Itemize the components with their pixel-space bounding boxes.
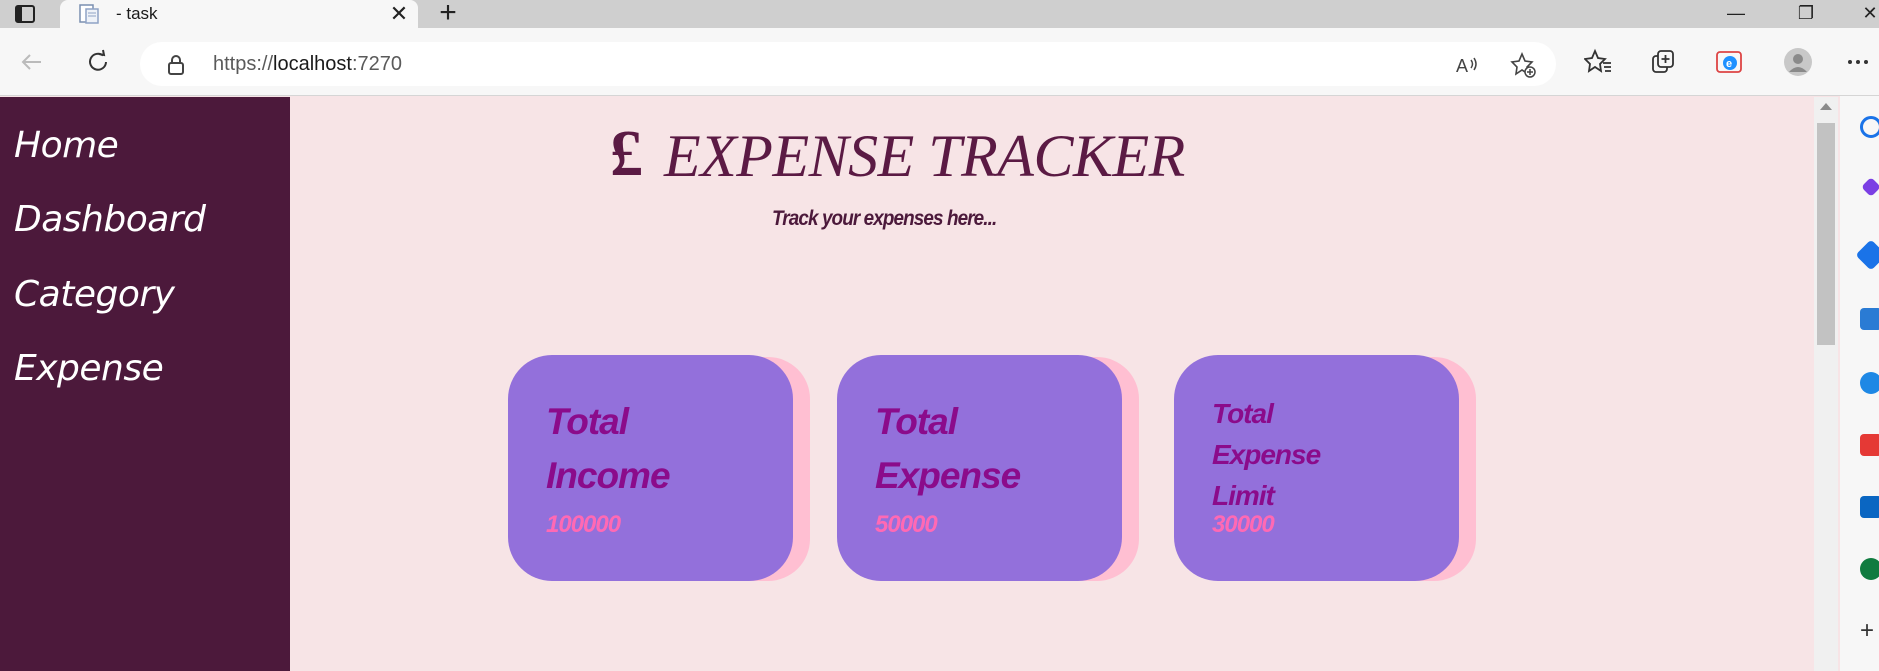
add-favorite-icon[interactable] [1510,51,1536,78]
tools-icon[interactable] [1860,308,1879,330]
pound-icon: £ [610,117,643,190]
card-body: Total Expense 50000 [837,355,1122,581]
scroll-thumb[interactable] [1817,123,1835,345]
scroll-up-arrow-icon[interactable] [1820,103,1832,110]
new-tab-button[interactable]: + [434,0,462,28]
sidebar-item-category[interactable]: Category [14,274,175,315]
browser-toolbar: https://localhost:7270 A e [0,28,1879,96]
tab-close-icon[interactable]: ✕ [388,3,410,25]
tab-actions-icon[interactable] [14,4,36,24]
back-button[interactable] [14,44,50,80]
sidebar-item-dashboard[interactable]: Dashboard [14,199,206,240]
page-title: £ EXPENSE TRACKER [610,117,1230,197]
total-income-card: Total Income 100000 [508,355,810,581]
office-icon[interactable] [1860,434,1879,456]
card-value: 100000 [546,511,621,538]
edge-sidebar: + [1840,96,1879,671]
lock-icon[interactable] [166,54,186,76]
page-favicon-icon [78,4,100,24]
page-content: Home Dashboard Category Expense £ EXPENS… [0,97,1814,671]
card-value: 50000 [875,511,938,538]
minimize-button[interactable]: — [1712,0,1760,28]
sidebar-item-expense[interactable]: Expense [14,348,164,389]
search-icon[interactable] [1860,116,1879,138]
games-icon[interactable] [1860,372,1879,394]
url-text[interactable]: https://localhost:7270 [213,53,402,76]
card-body: Total Expense Limit 30000 [1174,355,1459,581]
collections-icon[interactable] [1643,42,1683,82]
svg-text:e: e [1726,58,1732,70]
refresh-button[interactable] [80,44,116,80]
shopping-tag-icon[interactable] [1855,239,1879,271]
window-close-button[interactable]: ✕ [1846,0,1879,28]
page-subtitle: Track your expenses here... [772,207,997,230]
copilot-icon[interactable] [1861,177,1879,197]
more-options-icon[interactable] [1838,42,1878,82]
card-title: Total Expense Limit [1212,398,1321,511]
page-title-text: EXPENSE TRACKER [664,123,1185,189]
read-aloud-icon[interactable]: A [1454,52,1480,78]
card-title: Total Income [546,401,671,496]
outlook-icon[interactable] [1860,496,1879,518]
browser-titlebar: - task ✕ + — ❐ ✕ [0,0,1879,30]
card-value: 30000 [1212,511,1275,538]
card-body: Total Income 100000 [508,355,793,581]
tab-title: - task [116,4,158,23]
browser-tab[interactable]: - task ✕ [60,0,418,30]
ie-mode-icon[interactable]: e [1709,42,1749,82]
sidebar-nav: Home Dashboard Category Expense [0,97,290,671]
svg-text:A: A [1456,56,1468,76]
total-expense-card: Total Expense 50000 [837,355,1139,581]
total-expense-limit-card: Total Expense Limit 30000 [1174,355,1476,581]
drop-icon[interactable] [1860,558,1879,580]
address-bar[interactable]: https://localhost:7270 A [140,42,1556,86]
favorites-icon[interactable] [1578,42,1618,82]
maximize-button[interactable]: ❐ [1782,0,1830,28]
profile-avatar-icon[interactable] [1778,42,1818,82]
add-sidebar-app-icon[interactable]: + [1860,619,1879,643]
sidebar-item-home[interactable]: Home [14,125,119,166]
page-scrollbar[interactable] [1814,97,1838,671]
card-title: Total Expense [875,401,1021,496]
